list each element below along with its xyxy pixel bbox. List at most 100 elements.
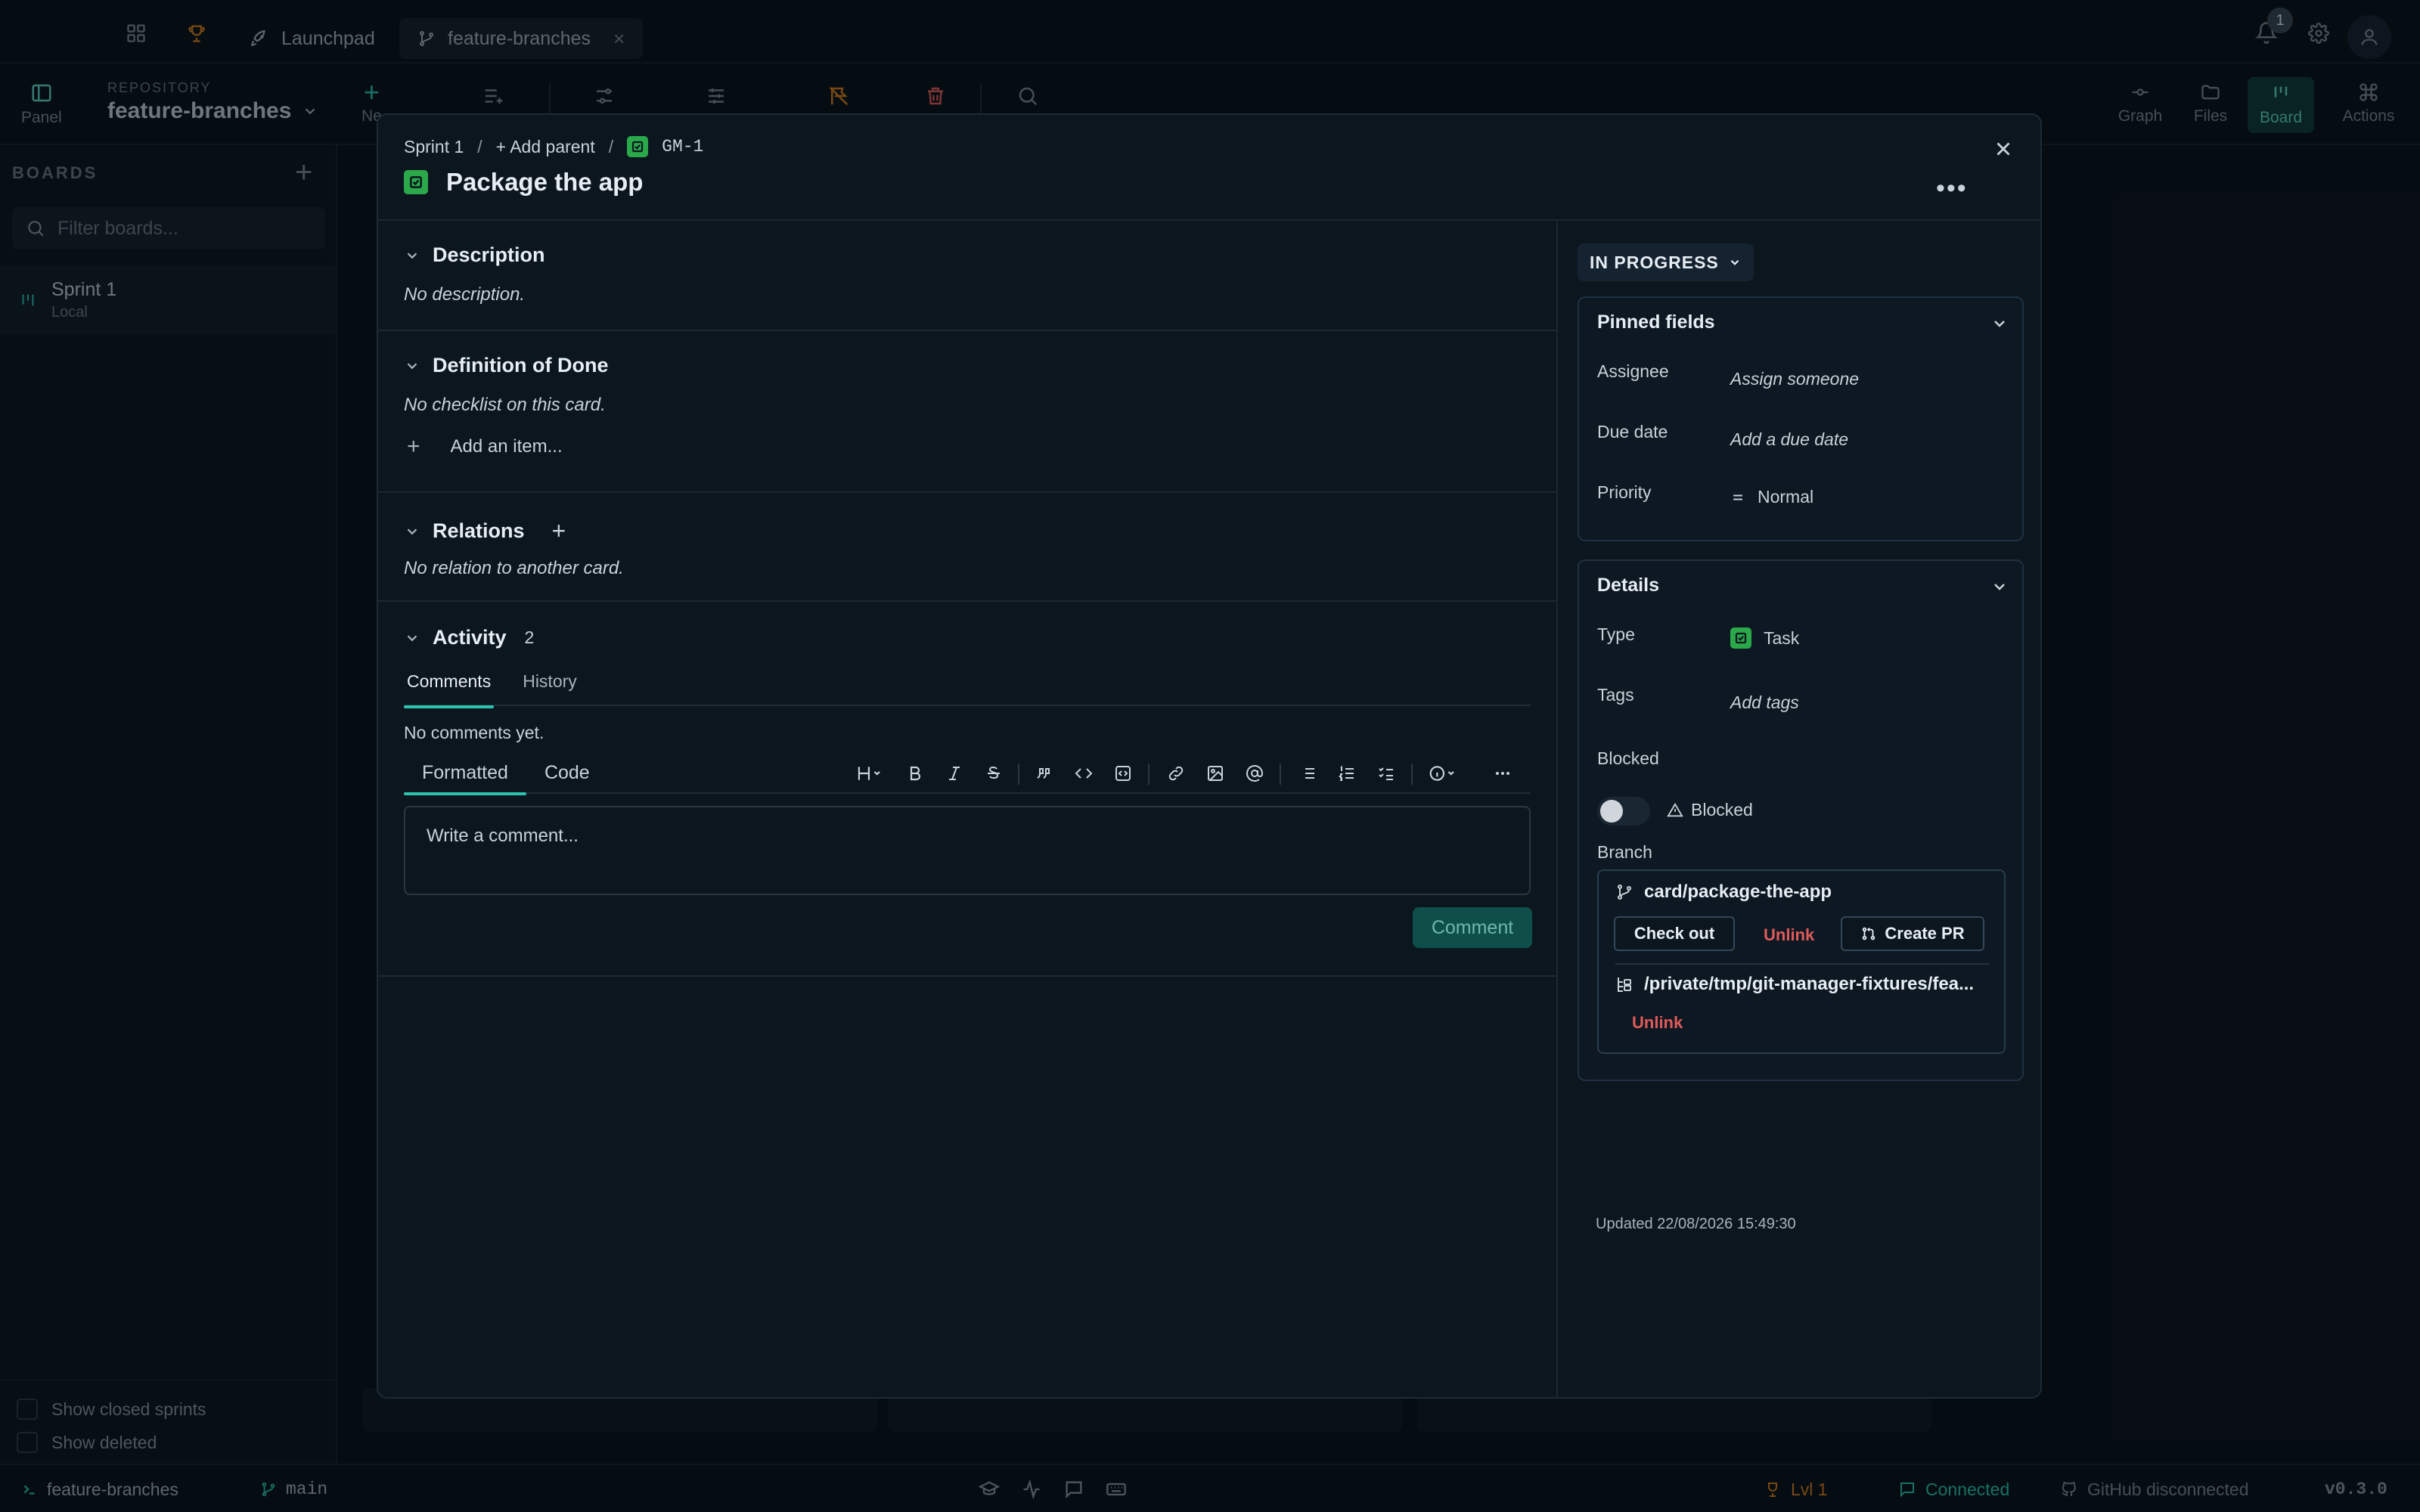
description-heading: Description [433,243,545,266]
card-key[interactable]: GM-1 [662,137,703,156]
chevron-down-icon [404,358,420,374]
tags-label: Tags [1597,685,1634,705]
quote-icon[interactable] [1035,753,1054,794]
link-icon[interactable] [1166,753,1186,794]
details-card: Details Type Task Tags Add tags Blocked [1578,559,2024,1081]
activity-count: 2 [524,627,535,647]
priority-label: Priority [1597,482,1652,502]
image-icon[interactable] [1205,753,1225,794]
breadcrumb-separator: / [608,136,614,156]
italic-icon[interactable] [945,753,963,794]
breadcrumb-sprint[interactable]: Sprint 1 [404,137,464,157]
dod-heading: Definition of Done [433,354,609,376]
tags-field[interactable]: Add tags [1730,692,1799,713]
tab-code[interactable]: Code [526,752,608,793]
checkout-button[interactable]: Check out [1614,916,1735,951]
blocked-status: Blocked [1667,800,1753,820]
git-branch-icon [1615,883,1634,901]
task-icon [1730,627,1751,649]
chevron-down-icon[interactable] [1990,314,2009,333]
description-section: Description No description. [378,222,1556,331]
heading-icon[interactable] [855,753,885,794]
blocked-toggle[interactable] [1597,797,1650,826]
worktree-link[interactable]: /private/tmp/git-manager-fixtures/fea... [1615,974,1993,995]
card-side-pane: IN PROGRESS Pinned fields Assignee Assig… [1556,222,2040,1397]
comment-button[interactable]: Comment [1413,907,1532,948]
create-pr-label: Create PR [1885,924,1965,943]
chevron-down-icon[interactable] [1990,578,2009,596]
assignee-field[interactable]: Assign someone [1730,369,1859,389]
activity-heading: Activity [433,626,507,649]
due-date-label: Due date [1597,422,1668,442]
chevron-down-icon [1728,256,1742,269]
unlink-branch-button[interactable]: Unlink [1764,925,1814,945]
priority-field[interactable]: Normal [1730,487,1813,507]
branch-label: Branch [1597,842,1652,862]
branch-link[interactable]: card/package-the-app [1615,881,1832,903]
chevron-down-icon [404,523,420,540]
strikethrough-icon[interactable] [985,753,1003,794]
unlink-worktree-button[interactable]: Unlink [1632,1013,1683,1033]
toolbar-divider [1018,764,1019,785]
description-empty[interactable]: No description. [404,284,525,305]
info-callout-icon[interactable] [1426,753,1461,794]
details-heading: Details [1597,575,1659,596]
breadcrumb-separator: / [477,136,482,156]
activity-tabs: Comments History [404,671,1531,708]
priority-equal-icon [1730,490,1745,505]
due-date-field[interactable]: Add a due date [1730,429,1848,450]
activity-header[interactable]: Activity 2 [404,626,534,649]
code-block-icon[interactable] [1113,753,1133,794]
priority-value: Normal [1758,487,1814,507]
tab-history[interactable]: History [520,671,580,706]
bullet-list-icon[interactable] [1298,753,1317,794]
code-icon[interactable] [1074,753,1094,794]
status-dropdown[interactable]: IN PROGRESS [1578,243,1754,281]
bold-icon[interactable] [906,753,924,794]
more-formatting-icon[interactable] [1493,753,1512,794]
blocked-value: Blocked [1691,800,1753,820]
numbered-list-icon[interactable] [1337,753,1357,794]
branch-name: card/package-the-app [1644,881,1832,902]
breadcrumb: Sprint 1 / + Add parent / GM-1 [404,136,703,157]
tab-comments[interactable]: Comments [404,671,495,708]
blocked-label: Blocked [1597,748,1659,768]
task-icon [627,136,649,157]
pull-request-icon [1860,925,1877,942]
divider [1615,963,1989,965]
pinned-fields-card: Pinned fields Assignee Assign someone Du… [1578,296,2024,541]
status-label: IN PROGRESS [1590,252,1719,272]
editor-toolbar: Formatted Code [404,752,1531,795]
no-comments-text: No comments yet. [404,723,544,742]
pinned-fields-heading: Pinned fields [1597,311,1715,333]
description-header[interactable]: Description [404,243,545,267]
relations-empty: No relation to another card. [404,558,624,578]
card-detail-modal: Sprint 1 / + Add parent / GM-1 Package t… [377,113,2042,1399]
type-label: Type [1597,624,1635,644]
close-icon[interactable] [1992,138,2015,160]
type-field[interactable]: Task [1730,627,1799,649]
card-main-pane: Description No description. Definition o… [378,222,1556,1397]
relations-header[interactable]: Relations + [404,517,566,545]
tab-formatted[interactable]: Formatted [404,752,526,795]
activity-section: Activity 2 Comments History No comments … [378,602,1556,977]
create-pr-button[interactable]: Create PR [1841,916,1984,951]
plus-icon: + [407,434,420,459]
card-title[interactable]: Package the app [446,168,643,197]
dod-header[interactable]: Definition of Done [404,354,608,377]
add-checklist-item-button[interactable]: + Add an item... [407,434,563,460]
add-parent-button[interactable]: + Add parent [496,137,595,157]
task-icon [404,170,428,194]
toolbar-divider [1280,764,1281,785]
checklist-icon[interactable] [1376,753,1396,794]
branch-box: card/package-the-app Check out Unlink Cr… [1597,869,2006,1054]
toggle-knob [1600,800,1623,823]
worktree-icon [1615,975,1634,993]
add-relation-button[interactable]: + [552,517,566,545]
comment-placeholder: Write a comment... [427,826,579,846]
toolbar-divider [1148,764,1150,785]
relations-section: Relations + No relation to another card. [378,493,1556,602]
more-options-icon[interactable]: ••• [1936,174,1968,203]
comment-input[interactable]: Write a comment... [404,806,1531,895]
mention-icon[interactable] [1245,753,1264,794]
